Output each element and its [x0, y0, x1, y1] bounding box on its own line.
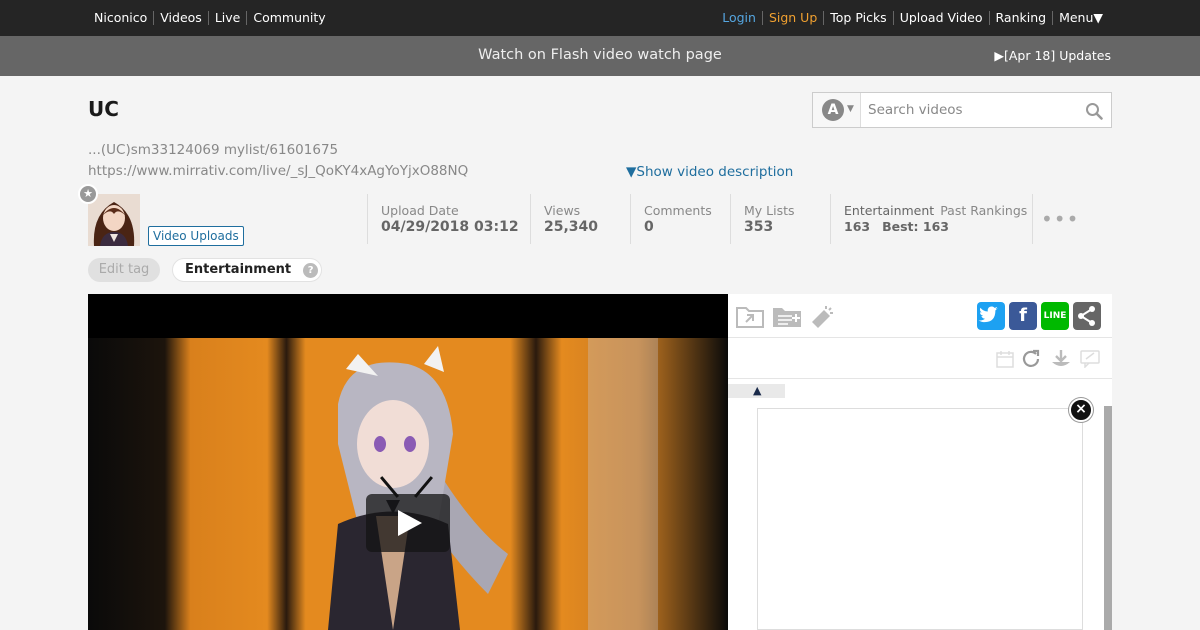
- description-url[interactable]: https://www.mirrativ.com/live/_sJ_QoKY4x…: [88, 163, 468, 179]
- refresh-icon[interactable]: [1020, 348, 1042, 370]
- play-button[interactable]: [366, 476, 450, 552]
- help-icon[interactable]: ?: [303, 263, 319, 278]
- search-type-selector[interactable]: A ▼: [813, 93, 861, 127]
- menu-dropdown[interactable]: Menu▼: [1053, 11, 1109, 25]
- login-link[interactable]: Login: [716, 11, 763, 25]
- auto-scroll-icon[interactable]: [1050, 348, 1072, 370]
- nav-link-live[interactable]: Live: [209, 11, 248, 25]
- video-player[interactable]: [88, 294, 728, 630]
- global-nav-left: Niconico Videos Live Community: [88, 0, 332, 36]
- nav-link-niconico[interactable]: Niconico: [88, 11, 155, 25]
- top-navigation-bar: Niconico Videos Live Community Login Sig…: [0, 0, 1200, 36]
- views-label: Views: [544, 203, 581, 218]
- play-icon: [398, 510, 422, 536]
- views-value: 25,340: [544, 219, 599, 235]
- advertise-icon[interactable]: [808, 302, 836, 330]
- global-nav-right: Login Sign Up Top Picks Upload Video Ran…: [716, 0, 1109, 36]
- nav-link-community[interactable]: Community: [247, 11, 331, 25]
- tag-label: Entertainment: [185, 262, 292, 277]
- comment-side-panel: f LINE ▲: [728, 294, 1112, 630]
- views-stat: Views 25,340: [530, 194, 598, 244]
- sort-header[interactable]: ▲: [728, 384, 785, 398]
- nav-link-ranking[interactable]: Ranking: [990, 11, 1054, 25]
- nav-link-videos[interactable]: Videos: [154, 11, 209, 25]
- calendar-icon[interactable]: [996, 350, 1014, 368]
- upload-date-value: 04/29/2018 03:12: [381, 219, 519, 235]
- ranking-category-link[interactable]: Entertainment: [844, 203, 934, 218]
- comments-label: Comments: [644, 203, 712, 218]
- panel-toolbar: f LINE: [728, 294, 1112, 338]
- mylists-stat: My Lists 353: [730, 194, 795, 244]
- ranking-stat: Entertainment Past Rankings 163 Best: 163: [830, 194, 1033, 244]
- twitter-share-button[interactable]: [977, 302, 1005, 330]
- past-rankings-link[interactable]: Past Rankings: [940, 203, 1027, 218]
- facebook-share-button[interactable]: f: [1009, 302, 1037, 330]
- chevron-down-icon: ▼: [847, 104, 854, 114]
- line-share-button[interactable]: LINE: [1041, 302, 1069, 330]
- upload-date-label: Upload Date: [381, 203, 459, 218]
- share-icon: [1078, 306, 1095, 326]
- folder-icon[interactable]: [736, 304, 764, 328]
- close-icon[interactable]: ×: [1069, 398, 1093, 422]
- sort-arrow-icon: ▲: [753, 384, 762, 397]
- comment-toolbar: [728, 338, 1112, 379]
- updates-link[interactable]: ▶[Apr 18] Updates: [994, 36, 1111, 76]
- twitter-icon: [978, 306, 999, 323]
- signup-link[interactable]: Sign Up: [763, 11, 825, 25]
- star-icon: ★: [78, 184, 98, 204]
- video-title: UC: [88, 97, 119, 121]
- add-to-mylist-icon[interactable]: [772, 304, 802, 328]
- video-thumbnail: [88, 294, 728, 630]
- tag-entertainment[interactable]: Entertainment ?: [172, 258, 323, 282]
- nav-link-upload-video[interactable]: Upload Video: [894, 11, 990, 25]
- search-type-icon: A: [822, 99, 844, 121]
- mylists-label: My Lists: [744, 203, 795, 218]
- upload-date-stat: Upload Date 04/29/2018 03:12: [367, 194, 519, 244]
- show-description-toggle[interactable]: ▼Show video description: [626, 164, 793, 180]
- video-search-box: A ▼: [812, 92, 1112, 128]
- comments-value: 0: [644, 219, 654, 235]
- ranking-current-value: 163: [844, 219, 871, 234]
- avatar-image: [88, 194, 140, 246]
- ranking-best-value: Best: 163: [882, 219, 949, 234]
- mylists-value: 353: [744, 219, 774, 235]
- comment-list-scrollbar[interactable]: [1104, 406, 1112, 630]
- comments-stat: Comments 0: [630, 194, 712, 244]
- uploader-avatar[interactable]: [88, 194, 140, 246]
- search-input[interactable]: [861, 93, 1081, 127]
- more-options-icon[interactable]: •••: [1041, 207, 1079, 231]
- video-uploads-button[interactable]: Video Uploads: [148, 226, 244, 246]
- comment-list-area: [757, 408, 1083, 630]
- description-snippet: ...(UC)sm33124069 mylist/61601675: [88, 142, 339, 158]
- share-button[interactable]: [1073, 302, 1101, 330]
- comment-settings-icon[interactable]: [1080, 350, 1100, 368]
- edit-tag-button[interactable]: Edit tag: [88, 258, 160, 282]
- nav-link-top-picks[interactable]: Top Picks: [824, 11, 894, 25]
- search-icon[interactable]: [1085, 102, 1103, 120]
- flash-notice-bar: Watch on Flash video watch page ▶[Apr 18…: [0, 36, 1200, 76]
